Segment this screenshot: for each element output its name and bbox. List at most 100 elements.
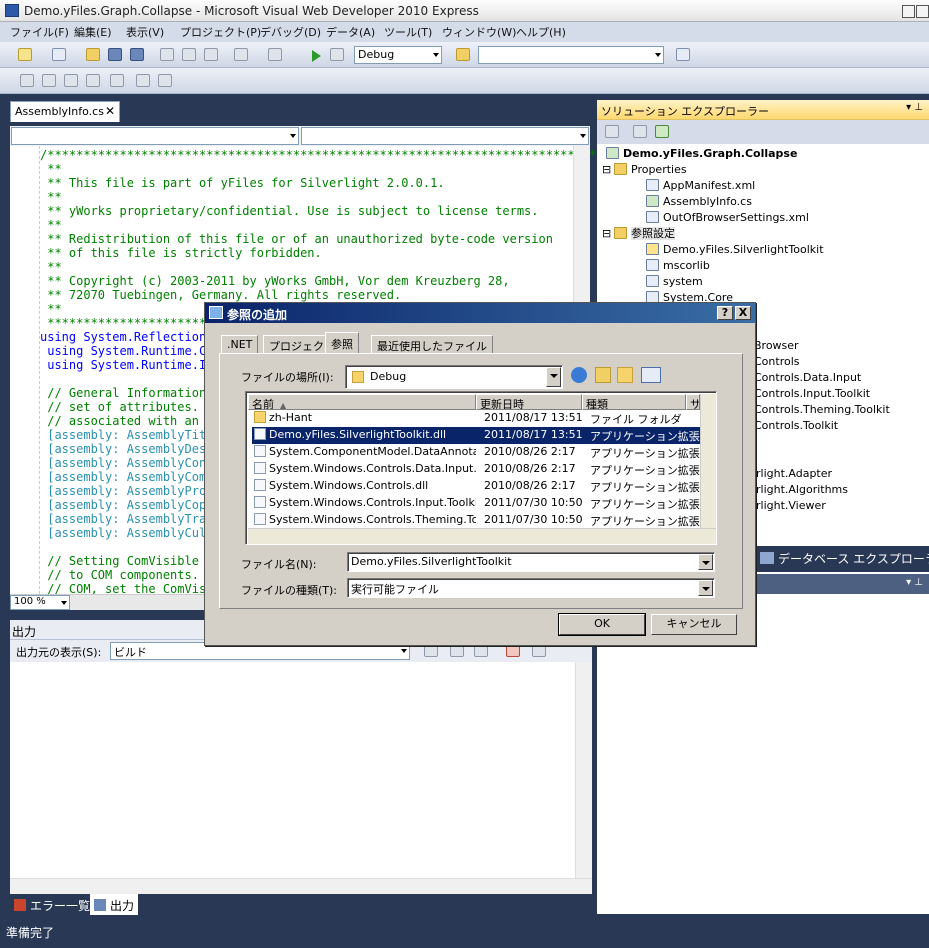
tab-dotnet[interactable]: .NET — [221, 335, 259, 353]
solution-explorer-icon[interactable] — [676, 48, 690, 61]
member-select[interactable] — [301, 127, 589, 145]
tree-references[interactable]: ⊟ 参照設定 — [602, 226, 675, 242]
menu-debug[interactable]: デバッグ(D) — [260, 24, 321, 40]
look-in-select[interactable]: Debug — [345, 365, 563, 389]
tree-properties[interactable]: ⊟ Properties — [602, 162, 687, 178]
collapse-icon[interactable]: ⊟ — [602, 226, 614, 242]
cancel-button[interactable]: キャンセル — [651, 614, 737, 635]
list-item[interactable]: System.ComponentModel.DataAnnotati... 201… — [252, 444, 704, 461]
tree-hidden-7[interactable]: rlight.Algorithms — [756, 482, 848, 498]
zoom-select[interactable]: 100 % — [10, 595, 70, 610]
redo-icon[interactable] — [268, 48, 282, 61]
save-icon[interactable] — [108, 48, 122, 61]
minimize-button[interactable] — [902, 5, 915, 18]
cut-icon[interactable] — [160, 48, 174, 61]
maximize-button[interactable] — [916, 5, 929, 18]
comment-icon[interactable] — [136, 74, 150, 87]
tree-hidden-8[interactable]: rlight.Viewer — [756, 498, 826, 514]
copy-icon[interactable] — [182, 48, 196, 61]
pin-icon[interactable]: ▾ ⊥ — [906, 577, 923, 588]
menu-file[interactable]: ファイル(F) — [10, 24, 69, 40]
tree-hidden-4[interactable]: Controls.Theming.Toolkit — [754, 402, 890, 418]
list-item[interactable]: System.Windows.Controls.dll 2010/08/26 2:… — [252, 478, 704, 495]
tree-ref-system[interactable]: system — [646, 274, 703, 290]
code-line: ** Copyright (c) 2003-2011 by yWorks Gmb… — [40, 274, 510, 288]
tab-browse[interactable]: 参照 — [325, 332, 359, 354]
col-name[interactable]: 名前 ▲ — [248, 394, 476, 410]
menu-data[interactable]: データ(A) — [326, 24, 375, 40]
menu-help[interactable]: ヘルプ(H) — [516, 24, 566, 40]
tab-assemblyinfo[interactable]: AssemblyInfo.cs ✕ — [10, 101, 120, 122]
filename-input[interactable]: Demo.yFiles.SilverlightToolkit — [347, 552, 715, 572]
tab-recent[interactable]: 最近使用したファイル — [371, 335, 493, 353]
output-text-area[interactable] — [10, 662, 592, 878]
show-all-files-icon[interactable] — [633, 125, 647, 138]
attach-icon[interactable] — [330, 48, 344, 61]
uncomment-icon[interactable] — [158, 74, 172, 87]
tree-hidden-0[interactable]: Browser — [754, 338, 799, 354]
list-item[interactable]: System.Windows.Controls.Input.Toolkit...… — [252, 495, 704, 512]
tab-output[interactable]: 出力 — [90, 894, 139, 915]
output-horizontal-scrollbar[interactable] — [10, 878, 592, 894]
col-date[interactable]: 更新日時 — [476, 394, 582, 410]
view-menu-icon[interactable] — [641, 367, 661, 383]
tree-assemblyinfo[interactable]: AssemblyInfo.cs — [646, 194, 752, 210]
ok-button[interactable]: OK — [558, 613, 646, 636]
close-icon[interactable]: ✕ — [105, 104, 115, 118]
tree-hidden-2[interactable]: Controls.Data.Input — [754, 370, 861, 386]
tree-hidden-3[interactable]: Controls.Input.Toolkit — [754, 386, 870, 402]
pin-icon[interactable]: ▾ ⊥ — [906, 102, 923, 113]
menu-view[interactable]: 表示(V) — [126, 24, 164, 40]
filetype-select[interactable]: 実行可能ファイル — [347, 578, 715, 598]
file-list-vertical-scrollbar[interactable] — [700, 394, 716, 528]
tree-oob[interactable]: OutOfBrowserSettings.xml — [646, 210, 809, 226]
file-list-horizontal-scrollbar[interactable] — [248, 528, 716, 544]
tree-ref-toolkit[interactable]: Demo.yFiles.SilverlightToolkit — [646, 242, 824, 258]
file-list[interactable]: 名前 ▲ 更新日時 種類 サ zh-Hant 2011/08/17 13:51 ファイ… — [245, 391, 717, 545]
new-folder-icon[interactable] — [617, 367, 633, 383]
tree-hidden-1[interactable]: Controls — [754, 354, 800, 370]
list-item[interactable]: System.Windows.Controls.Theming.Tool... 2… — [252, 512, 704, 529]
output-vertical-scrollbar[interactable] — [575, 662, 592, 878]
add-item-icon[interactable] — [52, 48, 66, 61]
config-select[interactable]: Debug — [354, 46, 442, 64]
menu-tools[interactable]: ツール(T) — [384, 24, 432, 40]
menu-edit[interactable]: 編集(E) — [74, 24, 112, 40]
tree-hidden-6[interactable]: rlight.Adapter — [756, 466, 832, 482]
refresh-icon[interactable] — [655, 125, 669, 138]
tree-project[interactable]: Demo.yFiles.Graph.Collapse — [606, 146, 797, 162]
save-all-icon[interactable] — [130, 48, 144, 61]
help-button[interactable]: ? — [717, 306, 733, 320]
tree-appmanifest[interactable]: AppManifest.xml — [646, 178, 755, 194]
new-project-icon[interactable] — [18, 48, 32, 61]
list-item-selected[interactable]: Demo.yFiles.SilverlightToolkit.dll 2011/0… — [252, 427, 704, 444]
tree-hidden-5[interactable]: Controls.Toolkit — [754, 418, 838, 434]
tab-error-list[interactable]: エラー一覧 — [10, 894, 94, 915]
quick-info-icon[interactable] — [64, 74, 78, 87]
up-folder-icon[interactable] — [595, 367, 611, 383]
member-list-icon[interactable] — [20, 74, 34, 87]
start-debug-icon[interactable] — [312, 50, 321, 62]
list-item[interactable]: System.Windows.Controls.Data.Input.dll 20… — [252, 461, 704, 478]
output-title: 出力 — [12, 625, 37, 639]
close-button[interactable]: X — [735, 306, 751, 320]
paste-icon[interactable] — [204, 48, 218, 61]
tree-ref-mscorlib[interactable]: mscorlib — [646, 258, 710, 274]
parameter-info-icon[interactable] — [42, 74, 56, 87]
outdent-icon[interactable] — [110, 74, 124, 87]
platform-select[interactable] — [478, 46, 664, 64]
complete-word-icon[interactable] — [86, 74, 100, 87]
undo-icon[interactable] — [234, 48, 248, 61]
find-in-files-icon[interactable] — [456, 48, 470, 61]
collapse-icon[interactable]: ⊟ — [602, 162, 614, 178]
open-folder-icon[interactable] — [86, 48, 100, 61]
col-size[interactable]: サ — [686, 394, 700, 410]
tab-database-explorer[interactable]: データベース エクスプローラー — [760, 550, 929, 570]
back-icon[interactable] — [571, 367, 587, 383]
properties-icon[interactable] — [605, 125, 619, 138]
menu-window[interactable]: ウィンドウ(W) — [442, 24, 516, 40]
menu-project[interactable]: プロジェクト(P) — [180, 24, 261, 40]
list-item[interactable]: zh-Hant 2011/08/17 13:51 ファイル フォルダ — [252, 410, 704, 427]
type-select[interactable] — [11, 127, 299, 145]
col-type[interactable]: 種類 — [582, 394, 686, 410]
